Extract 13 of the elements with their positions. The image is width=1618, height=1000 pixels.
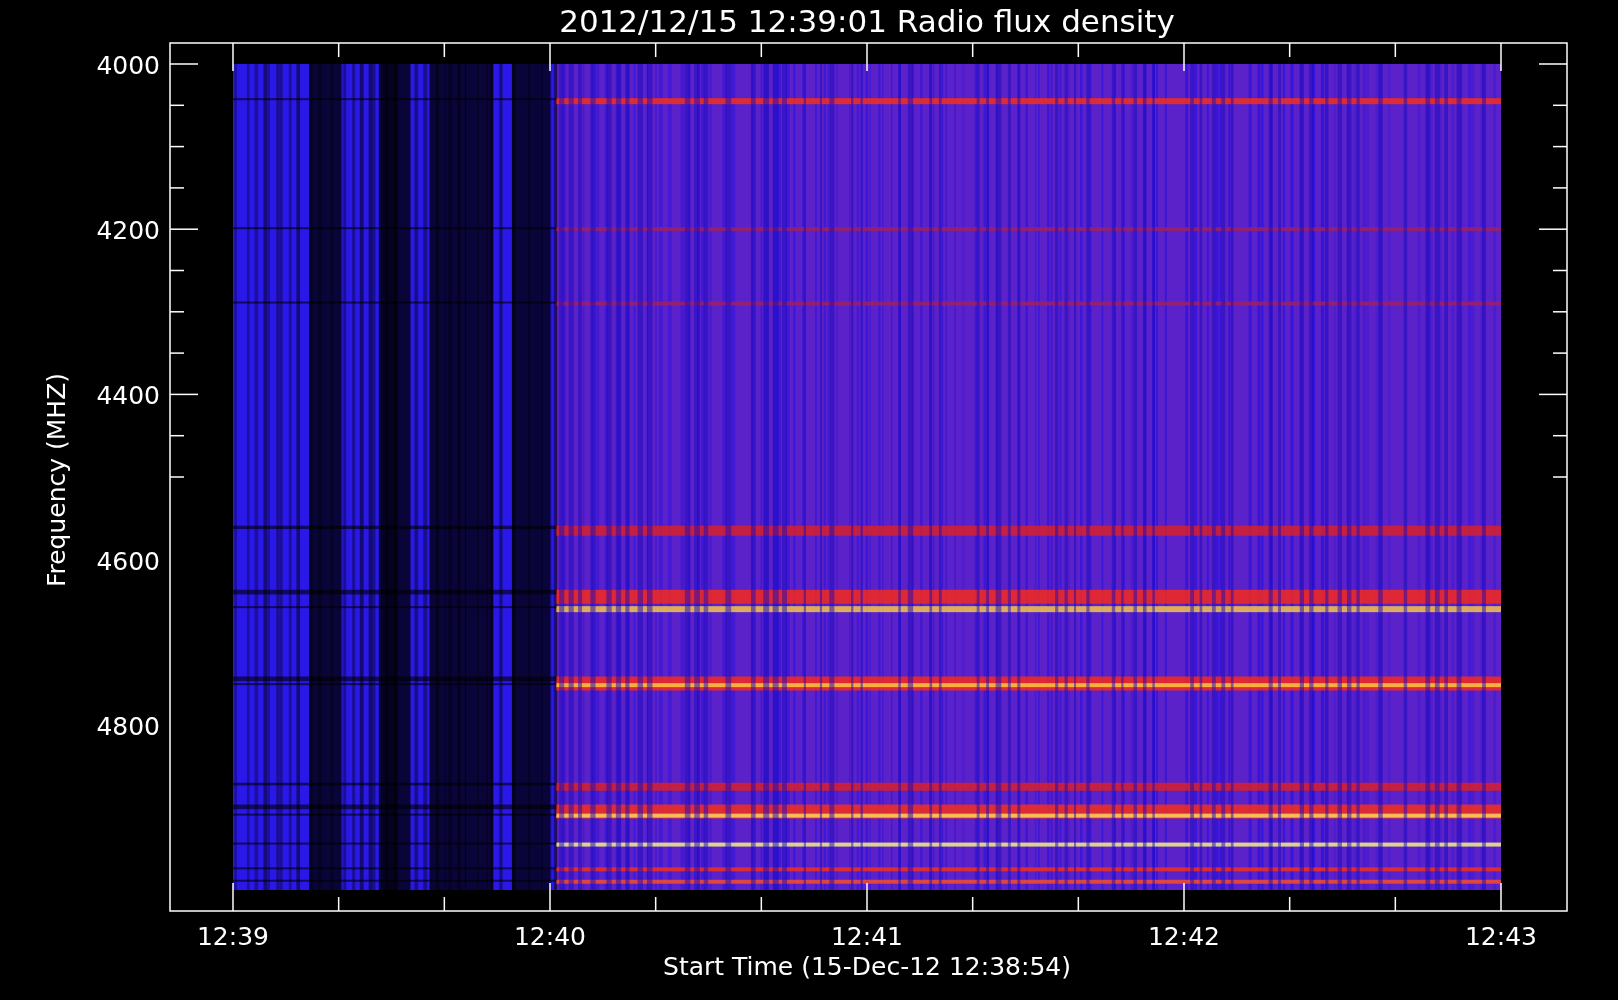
y-tick-label: 4200 [96, 216, 160, 246]
y-tick-label: 4800 [96, 711, 160, 741]
y-tick-label: 4000 [96, 51, 160, 80]
chart-title: 2012/12/15 12:39:01 Radio flux density [559, 3, 1175, 39]
x-tick-label: 12:42 [1148, 922, 1220, 951]
x-axis-label: Start Time (15-Dec-12 12:38:54) [663, 952, 1071, 981]
y-axis-label: Frequency (MHZ) [42, 372, 71, 588]
x-tick-label: 12:40 [514, 922, 586, 951]
x-tick-label: 12:41 [831, 922, 903, 951]
y-tick-label: 4400 [96, 381, 160, 411]
x-tick-label: 12:43 [1465, 922, 1537, 951]
x-tick-label: 12:39 [197, 922, 269, 951]
y-tick-label: 4600 [96, 546, 160, 576]
